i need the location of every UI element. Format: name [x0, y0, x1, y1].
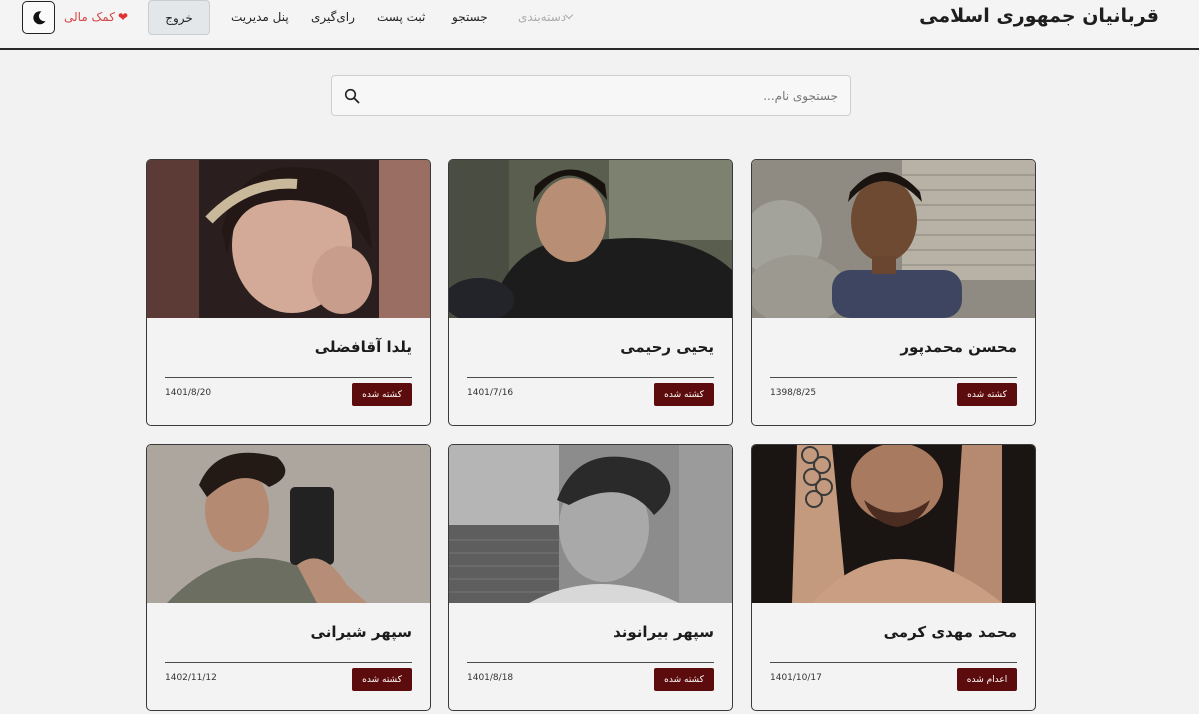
nav-voting[interactable]: رای‌گیری [311, 10, 355, 24]
search-icon[interactable] [344, 88, 360, 104]
victim-name: سپهر شیرانی [310, 623, 412, 641]
status-badge: کشته شده [957, 383, 1017, 406]
nav-search[interactable]: جستجو [452, 10, 488, 24]
card-divider [165, 377, 412, 378]
victim-name: محسن محمدپور [900, 338, 1017, 356]
victim-name: محمد مهدی کرمی [883, 623, 1017, 641]
victim-card[interactable]: یحیی رحیمی کشته شده 1401/7/16 [448, 159, 733, 426]
site-title[interactable]: قربانیان جمهوری اسلامی [919, 5, 1159, 27]
nav-admin-panel[interactable]: پنل مدیریت [231, 10, 289, 24]
status-badge: کشته شده [352, 383, 412, 406]
status-badge: کشته شده [654, 668, 714, 691]
victim-name: یحیی رحیمی [620, 338, 714, 356]
victim-date: 1401/7/16 [467, 388, 514, 398]
search-box [331, 75, 851, 116]
victim-date: 1398/8/25 [770, 388, 817, 398]
victim-name: سپهر بیرانوند [613, 623, 714, 641]
card-divider [165, 662, 412, 663]
status-badge: اعدام شده [957, 668, 1017, 691]
status-badge: کشته شده [352, 668, 412, 691]
victim-photo [449, 445, 732, 603]
nav-submit-post[interactable]: ثبت پست [377, 10, 425, 24]
chevron-down-icon [564, 10, 574, 20]
victim-date: 1401/10/17 [770, 673, 822, 683]
donate-link[interactable]: ❤کمک مالی [64, 10, 128, 24]
victim-card[interactable]: محسن محمدپور کشته شده 1398/8/25 [751, 159, 1036, 426]
victim-date: 1401/8/20 [165, 388, 212, 398]
heart-icon: ❤ [117, 10, 129, 24]
victim-photo [147, 160, 430, 318]
logout-button[interactable]: خروج [148, 0, 210, 35]
victim-photo [752, 445, 1035, 603]
top-header: قربانیان جمهوری اسلامی دسته‌بندی جستجو ث… [0, 0, 1199, 50]
victim-photo [449, 160, 732, 318]
search-input[interactable] [378, 86, 838, 106]
status-badge: کشته شده [654, 383, 714, 406]
victim-name: یلدا آقافضلی [314, 338, 412, 356]
donate-label: کمک مالی [64, 10, 115, 24]
victim-card[interactable]: سپهر شیرانی کشته شده 1402/11/12 [146, 444, 431, 711]
nav-categories[interactable]: دسته‌بندی [518, 10, 576, 24]
victim-date: 1402/11/12 [165, 673, 217, 683]
card-divider [770, 662, 1017, 663]
victim-card[interactable]: یلدا آقافضلی کشته شده 1401/8/20 [146, 159, 431, 426]
victim-photo [147, 445, 430, 603]
victim-date: 1401/8/18 [467, 673, 514, 683]
card-divider [467, 377, 714, 378]
nav-categories-label: دسته‌بندی [518, 10, 567, 24]
victim-photo [752, 160, 1035, 318]
card-divider [467, 662, 714, 663]
card-divider [770, 377, 1017, 378]
victim-card[interactable]: محمد مهدی کرمی اعدام شده 1401/10/17 [751, 444, 1036, 711]
theme-toggle-button[interactable] [22, 1, 55, 34]
victim-card[interactable]: سپهر بیرانوند کشته شده 1401/8/18 [448, 444, 733, 711]
moon-icon [32, 10, 45, 24]
